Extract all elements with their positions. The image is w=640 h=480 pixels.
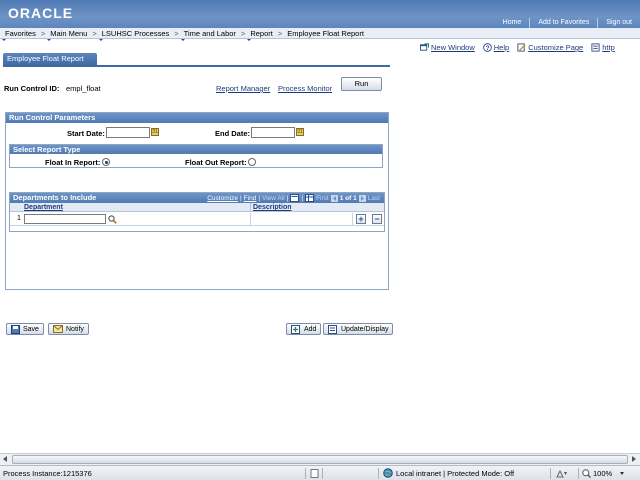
scroll-right-icon[interactable] [632, 456, 636, 462]
grid-customize-link[interactable]: Customize [207, 195, 238, 202]
grid-column-headers: Department Description [10, 203, 384, 212]
status-text: Process Instance:1215376 [3, 469, 92, 478]
row-number: 1 [17, 215, 21, 222]
add-to-favorites-link[interactable]: Add to Favorites [529, 18, 597, 28]
nav-report[interactable]: Report [245, 29, 278, 41]
add-row-button[interactable]: + [356, 214, 366, 224]
nav-time-and-labor[interactable]: Time and Labor [179, 29, 241, 41]
float-in-radio[interactable] [102, 158, 110, 166]
help-link[interactable]: ? Help [482, 43, 509, 52]
end-date-input[interactable] [251, 127, 295, 138]
float-out-label: Float Out Report: [185, 158, 247, 167]
security-zone: Local intranet | Protected Mode: Off [396, 469, 515, 478]
table-row: 1 + − [10, 213, 384, 226]
download-icon[interactable] [290, 194, 300, 202]
grid-last: Last [367, 194, 380, 202]
process-monitor-link[interactable]: Process Monitor [278, 84, 332, 93]
run-control-value: empl_float [66, 84, 101, 93]
grid-navigation: Customize | Find | View All | | First 1 … [207, 194, 380, 202]
status-bar: Process Instance:1215376 Local intranet … [0, 465, 640, 480]
grid-view-icon[interactable] [305, 194, 315, 202]
nav-lsuhsc-processes[interactable]: LSUHSC Processes [97, 29, 175, 41]
zoom-level[interactable]: 100% [593, 469, 612, 478]
page-tab: Employee Float Report [3, 53, 97, 65]
customize-page-link[interactable]: Customize Page [517, 43, 583, 52]
tab-underline [3, 65, 390, 67]
new-window-icon [420, 43, 429, 51]
update-display-icon [328, 324, 337, 334]
department-input[interactable] [24, 214, 106, 224]
zoom-icon [582, 469, 591, 478]
envelope-icon [53, 325, 63, 333]
new-window-link[interactable]: New Window [420, 43, 475, 52]
start-date-calendar-icon[interactable]: 31 [151, 128, 159, 136]
help-icon: ? [482, 43, 492, 52]
run-control-label: Run Control ID: [4, 84, 60, 93]
home-link[interactable]: Home [495, 18, 530, 28]
grid-title: Departments to Include [13, 193, 97, 202]
start-date-input[interactable] [106, 127, 150, 138]
column-description[interactable]: Description [253, 203, 292, 212]
nav-main-menu[interactable]: Main Menu [45, 29, 92, 41]
oracle-logo: ORACLE [8, 5, 74, 21]
delete-row-button[interactable]: − [372, 214, 382, 224]
lookup-icon[interactable] [108, 215, 117, 224]
nav-employee-float-report: Employee Float Report [287, 28, 364, 38]
run-control-parameters-title: Run Control Parameters [6, 113, 388, 123]
grid-view-all: View All [262, 194, 285, 202]
link-icon [591, 43, 600, 52]
grid-header: Departments to Include Customize | Find … [10, 193, 384, 203]
svg-text:?: ? [485, 45, 489, 52]
float-out-radio[interactable] [248, 158, 256, 166]
add-icon [291, 324, 300, 334]
run-button[interactable]: Run [341, 77, 382, 91]
add-button[interactable]: Add [286, 323, 322, 335]
update-display-button[interactable]: Update/Display [323, 323, 394, 335]
next-arrow-icon [358, 194, 366, 202]
http-link[interactable]: http [591, 43, 615, 52]
page-icon [310, 469, 319, 478]
horizontal-scrollbar[interactable] [0, 453, 640, 465]
scrollbar-thumb[interactable] [12, 455, 628, 464]
report-type-title: Select Report Type [10, 145, 382, 154]
grid-find-link[interactable]: Find [244, 195, 257, 202]
zoom-dropdown-icon[interactable] [620, 472, 624, 475]
save-icon [11, 324, 20, 334]
start-date-label: Start Date: [67, 129, 105, 138]
sign-out-link[interactable]: Sign out [597, 18, 640, 28]
protected-mode-icon[interactable] [556, 469, 568, 478]
end-date-calendar-icon[interactable]: 31 [296, 128, 304, 136]
scroll-left-icon[interactable] [3, 456, 7, 462]
float-in-label: Float In Report: [45, 158, 101, 167]
breadcrumb: Favorites > Main Menu > LSUHSC Processes… [0, 28, 640, 41]
header-bar: ORACLE Home Add to Favorites Sign out [0, 0, 640, 28]
grid-first: First [316, 194, 329, 202]
report-manager-link[interactable]: Report Manager [216, 84, 270, 93]
save-button[interactable]: Save [6, 323, 44, 335]
departments-grid: Departments to Include Customize | Find … [9, 192, 385, 232]
notify-button[interactable]: Notify [48, 323, 89, 335]
header-links: Home Add to Favorites Sign out [495, 18, 640, 28]
globe-icon [383, 468, 393, 478]
column-department[interactable]: Department [24, 203, 63, 212]
previous-arrow-icon [330, 194, 338, 202]
end-date-label: End Date: [215, 129, 251, 138]
grid-pager: 1 of 1 [339, 194, 357, 202]
nav-favorites[interactable]: Favorites [0, 29, 41, 41]
customize-page-icon [517, 43, 526, 52]
page-tools: New Window ? Help Customize Page http [420, 43, 615, 52]
